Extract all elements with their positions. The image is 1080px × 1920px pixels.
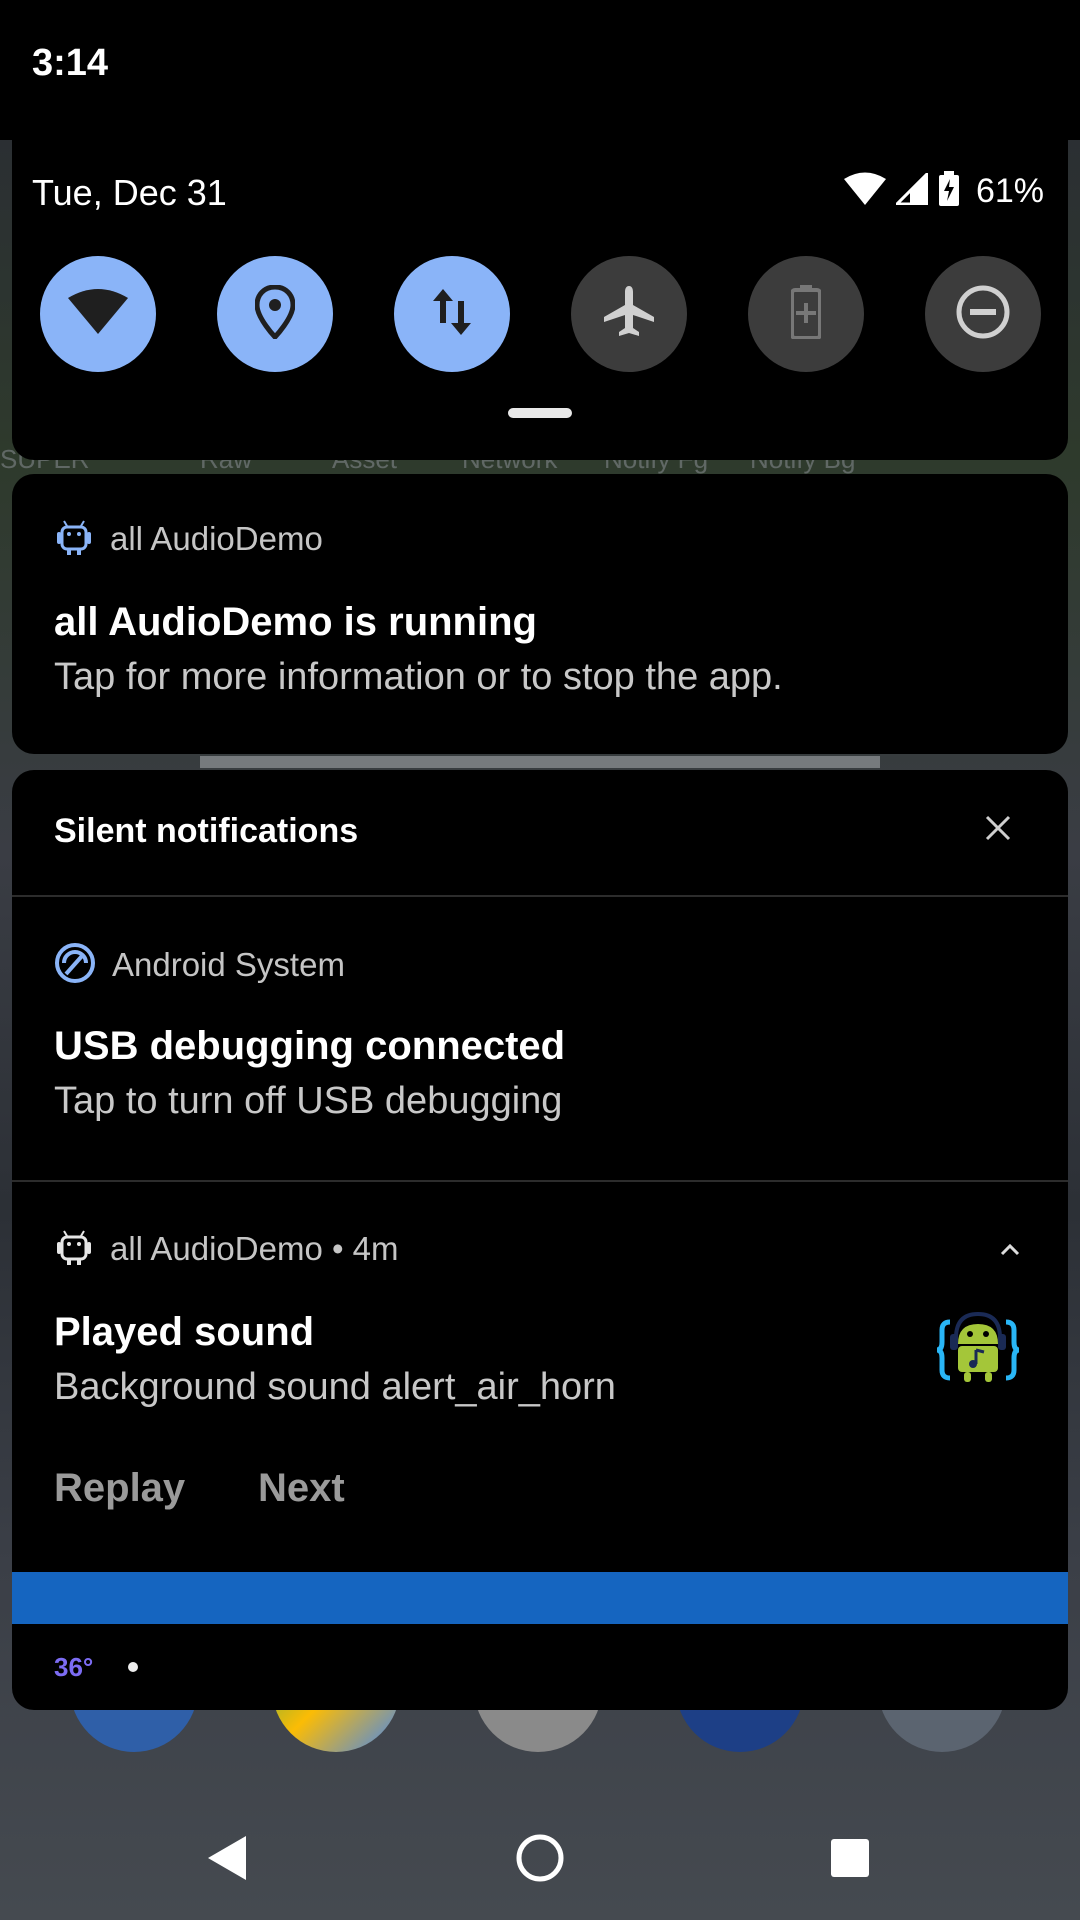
replay-button[interactable]: Replay	[54, 1466, 185, 1511]
next-notification-peek[interactable]	[12, 1572, 1068, 1624]
home-ghost-bar	[200, 756, 880, 768]
notification-text: Tap to turn off USB debugging	[54, 1080, 563, 1122]
battery-charging-icon	[938, 170, 960, 212]
status-time: 3:14	[32, 42, 109, 84]
back-icon	[204, 1834, 248, 1887]
qs-tile-battery-saver[interactable]	[748, 256, 864, 372]
do-not-disturb-icon	[955, 284, 1011, 345]
notification-app-name: all AudioDemo	[110, 520, 323, 557]
battery-percent: 61%	[975, 171, 1044, 210]
notification-title: Played sound	[54, 1310, 315, 1354]
android-system-icon	[54, 942, 96, 989]
collapse-button[interactable]	[996, 1236, 1024, 1264]
qs-tile-mobile-data[interactable]	[394, 256, 510, 372]
android-app-icon	[54, 517, 94, 562]
wifi-icon	[68, 288, 128, 340]
home-icon	[515, 1833, 565, 1888]
qs-tile-wifi[interactable]	[40, 256, 156, 372]
usb-app-row: Android System	[54, 942, 345, 989]
audiodemo-large-icon	[936, 1308, 1020, 1392]
notification-text: Background sound alert_air_horn	[54, 1366, 616, 1408]
dot-separator	[128, 1662, 138, 1672]
next-button[interactable]: Next	[258, 1466, 345, 1511]
nav-back-button[interactable]	[196, 1830, 256, 1890]
recents-icon	[829, 1837, 871, 1884]
ongoing-app-row: all AudioDemo	[54, 518, 323, 560]
nav-recents-button[interactable]	[820, 1830, 880, 1890]
notification-app-name: all AudioDemo • 4m	[110, 1230, 399, 1267]
notification-text: Tap for more information or to stop the …	[54, 656, 783, 698]
qs-date[interactable]: Tue, Dec 31	[32, 172, 227, 214]
chevron-up-icon	[996, 1243, 1024, 1268]
android-app-icon	[54, 1227, 94, 1272]
battery-saver-icon	[790, 284, 822, 344]
sound-app-row: all AudioDemo • 4m	[54, 1228, 399, 1270]
weather-notification-card[interactable]	[12, 1624, 1068, 1710]
qs-tile-do-not-disturb[interactable]	[925, 256, 1041, 372]
notification-title: USB debugging connected	[54, 1024, 566, 1068]
qs-tile-location[interactable]	[217, 256, 333, 372]
location-icon	[254, 283, 296, 344]
weather-temperature: 36°	[54, 1652, 94, 1682]
cell-signal-icon	[893, 169, 929, 210]
qs-tile-airplane[interactable]	[571, 256, 687, 372]
divider	[12, 1180, 1068, 1182]
silent-notifications-header: Silent notifications	[54, 812, 359, 850]
notification-title: all AudioDemo is running	[54, 600, 537, 644]
notification-app-name: Android System	[112, 946, 345, 983]
nav-home-button[interactable]	[510, 1830, 570, 1890]
wifi-signal-icon	[843, 172, 886, 211]
airplane-icon	[601, 284, 657, 345]
qs-drag-handle[interactable]	[508, 408, 572, 418]
mobile-data-icon	[430, 287, 474, 342]
close-icon	[984, 814, 1012, 847]
clear-silent-button[interactable]	[976, 808, 1020, 852]
qs-status-icons: 61%	[843, 169, 1044, 212]
